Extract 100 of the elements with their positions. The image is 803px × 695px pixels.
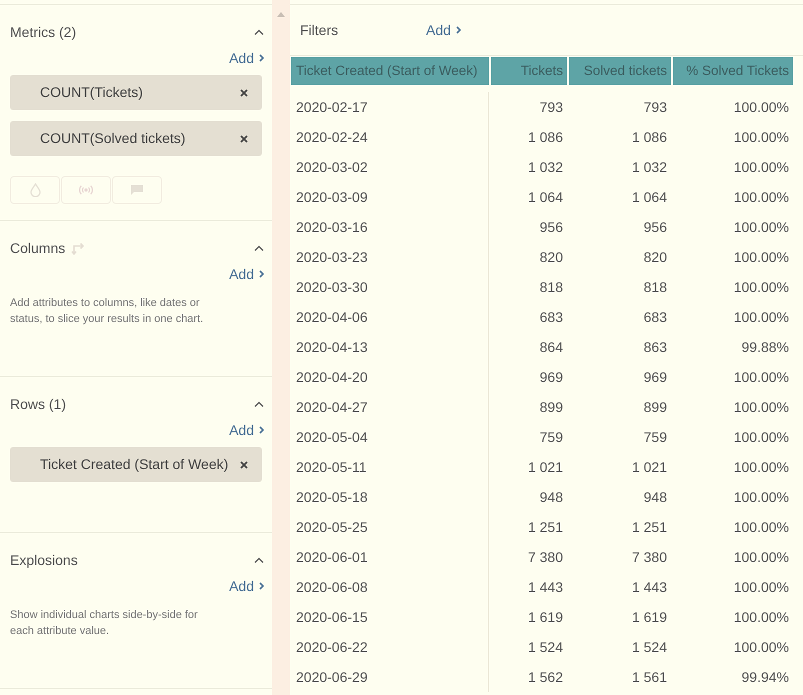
table-cell-text: 99.94%	[740, 668, 790, 686]
collapse-icon[interactable]	[254, 245, 264, 251]
table-cell-text: 100.00%	[732, 428, 790, 446]
table-cell-text: 956	[538, 218, 564, 236]
section-description: Show individual charts side-by-side for each attribute value.	[10, 608, 199, 639]
table-cell-text: 864	[538, 338, 564, 356]
table-cell-text: 100.00%	[732, 248, 790, 266]
attribute-chip[interactable]: Ticket Created (Start of Week)	[10, 447, 262, 482]
table-cell-text: 99.88%	[740, 338, 790, 356]
table-cell: 2020-03-16	[291, 212, 489, 242]
table-cell-text: 1 021	[630, 458, 668, 476]
broadcast-icon	[78, 185, 94, 195]
add-link[interactable]: Add	[229, 421, 264, 439]
table-cell-text: 100.00%	[732, 218, 790, 236]
table-cell-text: 1 021	[526, 458, 564, 476]
table-cell-text: 7 380	[526, 548, 564, 566]
section-title: Rows (1)	[10, 395, 66, 413]
table-cell-text: 969	[538, 368, 564, 386]
table-cell: 2020-04-13	[291, 332, 489, 362]
add-link[interactable]: Add	[229, 577, 264, 595]
table-cell-text: 100.00%	[732, 518, 790, 536]
table-cell-text: 1 443	[630, 578, 668, 596]
section-title: Metrics (2)	[10, 23, 76, 41]
table-cell-text: 1 619	[630, 608, 668, 626]
table-cell-text: 793	[642, 98, 668, 116]
table-cell: 2020-02-17	[291, 92, 489, 122]
comment-icon	[130, 184, 144, 196]
table-cell-text: 100.00%	[732, 308, 790, 326]
add-link[interactable]: Add	[229, 265, 264, 283]
table-cell-text: 683	[538, 308, 564, 326]
table-cell: 2020-02-24	[291, 122, 489, 152]
table-cell: 2020-03-30	[291, 272, 489, 302]
section-description: Add attributes to columns, like dates or status, to slice your results in one chart.	[10, 296, 204, 327]
collapse-icon[interactable]	[254, 401, 264, 407]
filters-label: Filters	[300, 20, 340, 40]
table-cell-text: 1 064	[630, 188, 668, 206]
table-cell: 2020-03-02	[291, 152, 489, 182]
table-cell-text: 1 086	[526, 128, 564, 146]
table-cell-text: 100.00%	[732, 608, 790, 626]
add-link[interactable]: Add	[229, 49, 264, 67]
table-cell: 2020-05-25	[291, 512, 489, 542]
attribute-chip[interactable]: COUNT(Solved tickets)	[10, 121, 262, 156]
table-cell: 2020-06-15	[291, 602, 489, 632]
section-title: Explosions	[10, 551, 78, 569]
remove-icon[interactable]	[240, 88, 248, 96]
remove-icon[interactable]	[240, 460, 248, 468]
table-cell-text: 899	[538, 398, 564, 416]
table-cell: 2020-05-04	[291, 422, 489, 452]
table-cell-text: 100.00%	[732, 188, 790, 206]
table-cell-text: 956	[642, 218, 668, 236]
table-cell: 2020-06-22	[291, 632, 489, 662]
table-cell: 2020-05-11	[291, 452, 489, 482]
table-cell-text: 1 251	[630, 518, 668, 536]
table-cell-text: 899	[642, 398, 668, 416]
section-title: Columns	[10, 239, 66, 257]
table-cell-text: 1 443	[526, 578, 564, 596]
attribute-chip[interactable]: COUNT(Tickets)	[10, 75, 262, 110]
table-cell-text: 1 086	[630, 128, 668, 146]
table-cell-text: 100.00%	[732, 548, 790, 566]
table-cell-text: 1 619	[526, 608, 564, 626]
table-cell-text: 969	[642, 368, 668, 386]
table-cell-text: 1 561	[630, 668, 668, 686]
table-cell-text: 948	[642, 488, 668, 506]
table-cell-text: 1 032	[630, 158, 668, 176]
table-cell-text: 100.00%	[732, 638, 790, 656]
table-cell-text: 7 380	[630, 548, 668, 566]
table-cell-text: 820	[538, 248, 564, 266]
table-cell-text: 793	[538, 98, 564, 116]
table-cell: 2020-03-23	[291, 242, 489, 272]
remove-icon[interactable]	[240, 134, 248, 142]
table-cell-text: 100.00%	[732, 368, 790, 386]
table-cell-text: 759	[642, 428, 668, 446]
table-cell-text: 100.00%	[732, 128, 790, 146]
collapse-icon[interactable]	[254, 29, 264, 35]
chevron-right-icon	[259, 426, 264, 434]
chevron-right-icon	[259, 582, 264, 590]
chevron-right-icon	[456, 26, 461, 34]
table-cell-text: 948	[538, 488, 564, 506]
table-cell-text: 818	[538, 278, 564, 296]
table-cell-text: 1 032	[526, 158, 564, 176]
table-cell-text: 100.00%	[732, 398, 790, 416]
table-cell: 2020-03-09	[291, 182, 489, 212]
table-cell-text: 100.00%	[732, 578, 790, 596]
table-cell: 2020-04-27	[291, 392, 489, 422]
table-cell: 2020-04-06	[291, 302, 489, 332]
collapse-icon[interactable]	[254, 557, 264, 563]
table-cell: 2020-06-29	[291, 662, 489, 692]
table-cell: 2020-04-20	[291, 362, 489, 392]
chevron-right-icon	[259, 270, 264, 278]
table-cell-text: 759	[538, 428, 564, 446]
table-cell-text: 100.00%	[732, 458, 790, 476]
table-cell-text: 1 251	[526, 518, 564, 536]
table-cell-text: 818	[642, 278, 668, 296]
table-cell-text: 100.00%	[732, 158, 790, 176]
table-cell-text: 100.00%	[732, 98, 790, 116]
add-link[interactable]: Add	[426, 20, 461, 40]
table-cell-text: 1 524	[526, 638, 564, 656]
table-cell-text: 1 064	[526, 188, 564, 206]
table-cell-text: 100.00%	[732, 488, 790, 506]
table-cell-text: 820	[642, 248, 668, 266]
